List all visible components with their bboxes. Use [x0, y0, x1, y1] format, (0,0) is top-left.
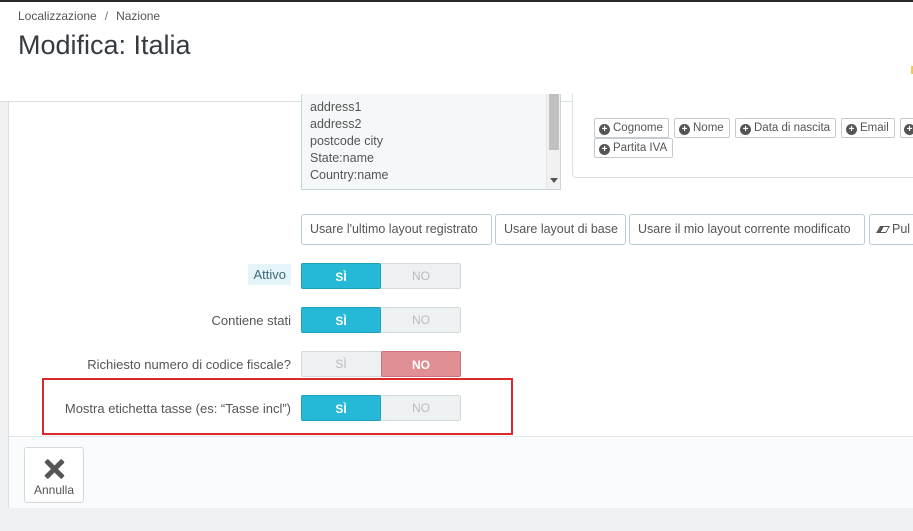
scroll-down-arrow-icon[interactable] — [550, 178, 558, 183]
need-tax-id-no-option[interactable]: NO — [381, 351, 461, 377]
field-button-email[interactable]: + Email — [841, 118, 895, 138]
plus-circle-icon: + — [679, 124, 690, 135]
field-button-nome[interactable]: + Nome — [674, 118, 730, 138]
need-tax-id-yes-option[interactable]: SÌ — [301, 351, 381, 377]
available-fields-panel: + Cognome + Nome + Data di nascita + Email +… — [572, 94, 913, 178]
breadcrumb-separator: / — [104, 9, 109, 23]
plus-circle-icon: + — [846, 124, 857, 135]
use-last-layout-button[interactable]: Usare l'ultimo layout registrato — [301, 214, 492, 245]
scrollbar-thumb[interactable] — [549, 94, 559, 150]
active-yes-option[interactable]: SÌ — [301, 263, 381, 289]
page-title: Modifica: Italia — [18, 30, 191, 60]
field-button-data-di-nascita[interactable]: + Data di nascita — [735, 118, 837, 138]
need-tax-id-switch[interactable]: SÌ NO — [301, 351, 461, 377]
breadcrumb: Localizzazione / Nazione — [18, 9, 160, 23]
address-line: Country:name — [310, 168, 389, 182]
plus-circle-icon: + — [599, 124, 610, 135]
field-button-partita-iva[interactable]: + Partita IVA — [594, 138, 674, 158]
highlight-annotation — [42, 378, 513, 435]
plus-circle-icon: + — [740, 124, 751, 135]
cancel-button[interactable]: Annulla — [24, 447, 84, 503]
address-line: State:name — [310, 151, 374, 165]
active-no-option[interactable]: NO — [381, 263, 461, 289]
address-line: address2 — [310, 117, 362, 131]
close-icon — [43, 458, 65, 480]
need-tax-id-label: Richiesto numero di codice fiscale? — [87, 357, 291, 372]
cancel-label: Annulla — [33, 483, 75, 497]
textarea-scrollbar[interactable] — [546, 94, 560, 189]
eraser-icon — [875, 226, 891, 233]
contains-states-no-option[interactable]: NO — [381, 307, 461, 333]
use-default-layout-button[interactable]: Usare layout di base — [495, 214, 626, 245]
breadcrumb-nazione[interactable]: Nazione — [116, 9, 160, 23]
address-line: address1 — [310, 100, 362, 114]
active-label: Attivo — [248, 264, 291, 285]
field-button-cognome[interactable]: + Cognome — [594, 118, 669, 138]
use-current-layout-button[interactable]: Usare il mio layout corrente modificato — [629, 214, 865, 245]
address-layout-textarea[interactable]: address1 address2 postcode city State:na… — [301, 94, 561, 190]
clear-layout-button[interactable]: Pul — [869, 214, 913, 245]
address-line: postcode city — [310, 134, 383, 148]
contains-states-switch[interactable]: SÌ NO — [301, 307, 461, 333]
active-switch[interactable]: SÌ NO — [301, 263, 461, 289]
plus-circle-icon: + — [904, 124, 913, 135]
page-header: Localizzazione / Nazione Modifica: Italia — [0, 2, 913, 102]
contains-states-label: Contiene stati — [211, 313, 292, 328]
field-button-more[interactable]: + — [900, 118, 913, 138]
address-layout-lines: address1 address2 postcode city State:na… — [310, 99, 389, 184]
breadcrumb-localizzazione[interactable]: Localizzazione — [18, 9, 97, 23]
panel-footer — [8, 436, 913, 508]
contains-states-yes-option[interactable]: SÌ — [301, 307, 381, 333]
plus-circle-icon: + — [599, 144, 610, 155]
